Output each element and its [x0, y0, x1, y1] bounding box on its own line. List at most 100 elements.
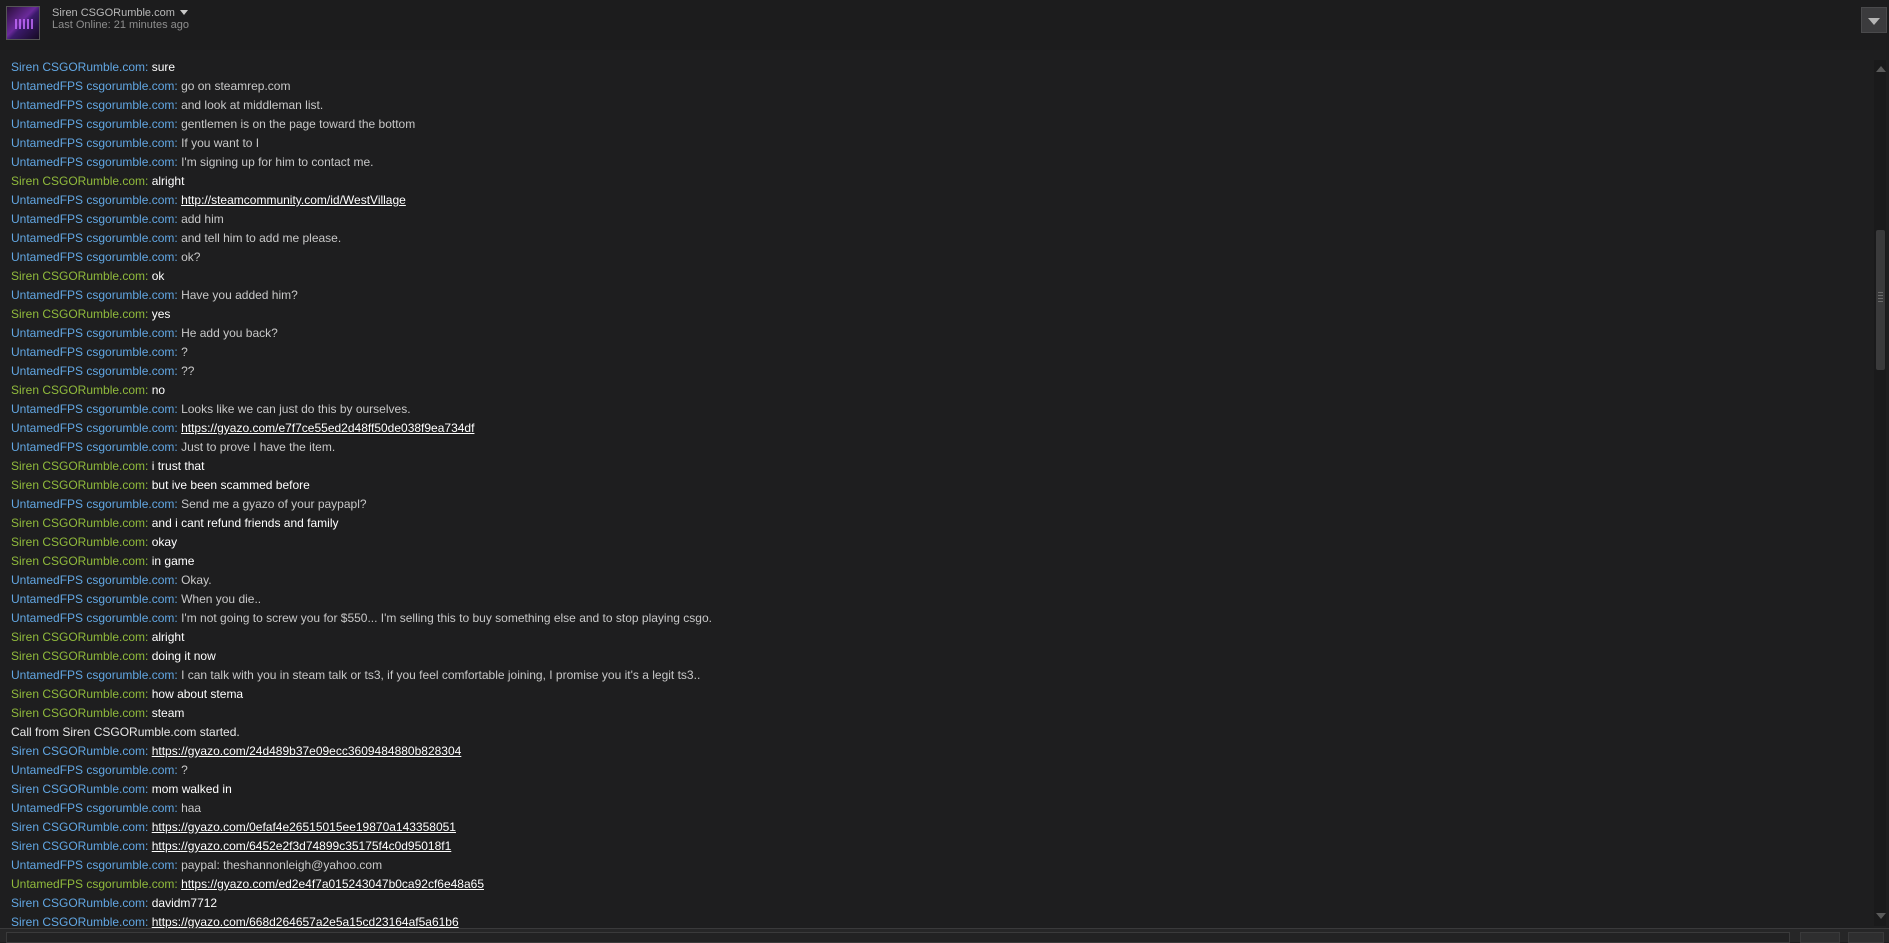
message-text: Okay. — [181, 573, 212, 587]
message-sender[interactable]: UntamedFPS csgorumble.com — [11, 858, 174, 872]
scroll-up-arrow-icon[interactable] — [1876, 66, 1886, 72]
message-link[interactable]: https://gyazo.com/e7f7ce55ed2d48ff50de03… — [181, 421, 474, 435]
message-sender[interactable]: Siren CSGORumble.com — [11, 649, 145, 663]
message-sender[interactable]: UntamedFPS csgorumble.com — [11, 421, 174, 435]
message-sender[interactable]: UntamedFPS csgorumble.com — [11, 573, 174, 587]
message-sender[interactable]: UntamedFPS csgorumble.com — [11, 212, 174, 226]
message-text: paypal: theshannonleigh@yahoo.com — [181, 858, 383, 872]
message-sender[interactable]: Siren CSGORumble.com — [11, 630, 145, 644]
message-text: ok — [151, 269, 165, 283]
chat-message: UntamedFPS csgorumble.com: gentlemen is … — [11, 115, 1871, 134]
message-sender[interactable]: UntamedFPS csgorumble.com — [11, 345, 174, 359]
message-sender[interactable]: UntamedFPS csgorumble.com — [11, 136, 174, 150]
message-sender[interactable]: UntamedFPS csgorumble.com — [11, 250, 174, 264]
message-sender[interactable]: Siren CSGORumble.com — [11, 269, 145, 283]
chevron-down-icon[interactable] — [180, 10, 188, 15]
message-sender[interactable]: Siren CSGORumble.com — [11, 174, 145, 188]
chat-message: UntamedFPS csgorumble.com: Have you adde… — [11, 286, 1871, 305]
chat-message: UntamedFPS csgorumble.com: go on steamre… — [11, 77, 1871, 96]
message-sender[interactable]: Siren CSGORumble.com — [11, 687, 145, 701]
message-link[interactable]: http://steamcommunity.com/id/WestVillage — [181, 193, 406, 207]
message-sender[interactable]: UntamedFPS csgorumble.com — [11, 155, 174, 169]
message-text: ?? — [181, 364, 195, 378]
message-sender[interactable]: Siren CSGORumble.com — [11, 782, 145, 796]
message-link[interactable]: https://gyazo.com/24d489b37e09ecc3609484… — [152, 744, 462, 758]
message-text: but ive been scammed before — [151, 478, 310, 492]
message-text: When you die.. — [181, 592, 262, 606]
chat-message: UntamedFPS csgorumble.com: Just to prove… — [11, 438, 1871, 457]
scrollbar-track[interactable] — [1874, 60, 1886, 926]
message-sender[interactable]: UntamedFPS csgorumble.com — [11, 364, 174, 378]
message-text: mom walked in — [151, 782, 232, 796]
chat-menu-button[interactable] — [1861, 7, 1887, 33]
message-sender[interactable]: Siren CSGORumble.com — [11, 839, 145, 853]
message-sender[interactable]: UntamedFPS csgorumble.com — [11, 193, 174, 207]
message-text: I'm signing up for him to contact me. — [181, 155, 374, 169]
message-sender[interactable]: Siren CSGORumble.com — [11, 820, 145, 834]
message-sender[interactable]: Siren CSGORumble.com — [11, 554, 145, 568]
scroll-down-arrow-icon[interactable] — [1876, 913, 1886, 919]
message-sender[interactable]: Siren CSGORumble.com — [11, 744, 145, 758]
message-sender[interactable]: Siren CSGORumble.com — [11, 706, 145, 720]
chat-message: Siren CSGORumble.com: and i cant refund … — [11, 514, 1871, 533]
chat-message: UntamedFPS csgorumble.com: ok? — [11, 248, 1871, 267]
chat-message: UntamedFPS csgorumble.com: Looks like we… — [11, 400, 1871, 419]
message-sender[interactable]: UntamedFPS csgorumble.com — [11, 326, 174, 340]
chat-input[interactable] — [6, 932, 1790, 943]
message-link[interactable]: https://gyazo.com/ed2e4f7a015243047b0ca9… — [181, 877, 484, 891]
sender-separator: : — [145, 459, 152, 473]
message-sender[interactable]: UntamedFPS csgorumble.com — [11, 592, 174, 606]
chat-message: UntamedFPS csgorumble.com: Send me a gya… — [11, 495, 1871, 514]
message-sender[interactable]: UntamedFPS csgorumble.com — [11, 877, 174, 891]
chat-message: UntamedFPS csgorumble.com: https://gyazo… — [11, 419, 1871, 438]
message-sender[interactable]: Siren CSGORumble.com — [11, 535, 145, 549]
message-sender[interactable]: UntamedFPS csgorumble.com — [11, 611, 174, 625]
message-text: gentlemen is on the page toward the bott… — [181, 117, 416, 131]
message-sender[interactable]: UntamedFPS csgorumble.com — [11, 117, 174, 131]
grip-icon — [1878, 292, 1883, 302]
scrollbar-thumb[interactable] — [1876, 230, 1885, 370]
message-sender[interactable]: UntamedFPS csgorumble.com — [11, 440, 174, 454]
chat-message: UntamedFPS csgorumble.com: I'm signing u… — [11, 153, 1871, 172]
message-link[interactable]: https://gyazo.com/668d264657a2e5a15cd231… — [152, 915, 459, 929]
message-sender[interactable]: UntamedFPS csgorumble.com — [11, 231, 174, 245]
message-sender[interactable]: UntamedFPS csgorumble.com — [11, 98, 174, 112]
message-sender[interactable]: Siren CSGORumble.com — [11, 459, 145, 473]
friend-name[interactable]: Siren CSGORumble.com — [52, 7, 175, 19]
sender-separator: : — [145, 839, 152, 853]
message-text: yes — [151, 307, 171, 321]
emote-button[interactable] — [1848, 932, 1884, 943]
sender-separator: : — [145, 60, 152, 74]
message-sender[interactable]: Siren CSGORumble.com — [11, 915, 145, 929]
sender-separator: : — [145, 383, 152, 397]
message-link[interactable]: https://gyazo.com/6452e2f3d74899c35175f4… — [152, 839, 452, 853]
chat-log: Siren CSGORumble.com: sure UntamedFPS csg… — [11, 58, 1871, 932]
friend-avatar[interactable] — [6, 6, 40, 40]
message-sender[interactable]: UntamedFPS csgorumble.com — [11, 801, 174, 815]
message-sender[interactable]: UntamedFPS csgorumble.com — [11, 79, 174, 93]
message-sender[interactable]: UntamedFPS csgorumble.com — [11, 763, 174, 777]
message-text: and tell him to add me please. — [181, 231, 342, 245]
chat-message: Siren CSGORumble.com: how about stema — [11, 685, 1871, 704]
message-sender[interactable]: UntamedFPS csgorumble.com — [11, 402, 174, 416]
message-text: I can talk with you in steam talk or ts3… — [181, 668, 701, 682]
sender-separator: : — [145, 915, 152, 929]
message-sender[interactable]: Siren CSGORumble.com — [11, 383, 145, 397]
message-sender[interactable]: UntamedFPS csgorumble.com — [11, 668, 174, 682]
chat-message: UntamedFPS csgorumble.com: and tell him … — [11, 229, 1871, 248]
chat-message: Siren CSGORumble.com: in game — [11, 552, 1871, 571]
message-sender[interactable]: Siren CSGORumble.com — [11, 478, 145, 492]
message-sender[interactable]: UntamedFPS csgorumble.com — [11, 497, 174, 511]
message-sender[interactable]: Siren CSGORumble.com — [11, 307, 145, 321]
message-text: go on steamrep.com — [181, 79, 291, 93]
chevron-down-icon — [1868, 18, 1880, 25]
message-sender[interactable]: UntamedFPS csgorumble.com — [11, 288, 174, 302]
message-sender[interactable]: Siren CSGORumble.com — [11, 60, 145, 74]
chat-message: UntamedFPS csgorumble.com: I'm not going… — [11, 609, 1871, 628]
send-button[interactable] — [1800, 932, 1840, 943]
message-link[interactable]: https://gyazo.com/0efaf4e26515015ee19870… — [152, 820, 456, 834]
message-sender[interactable]: Siren CSGORumble.com — [11, 516, 145, 530]
message-text: and i cant refund friends and family — [151, 516, 339, 530]
message-text: sure — [151, 60, 176, 74]
message-sender[interactable]: Siren CSGORumble.com — [11, 896, 145, 910]
